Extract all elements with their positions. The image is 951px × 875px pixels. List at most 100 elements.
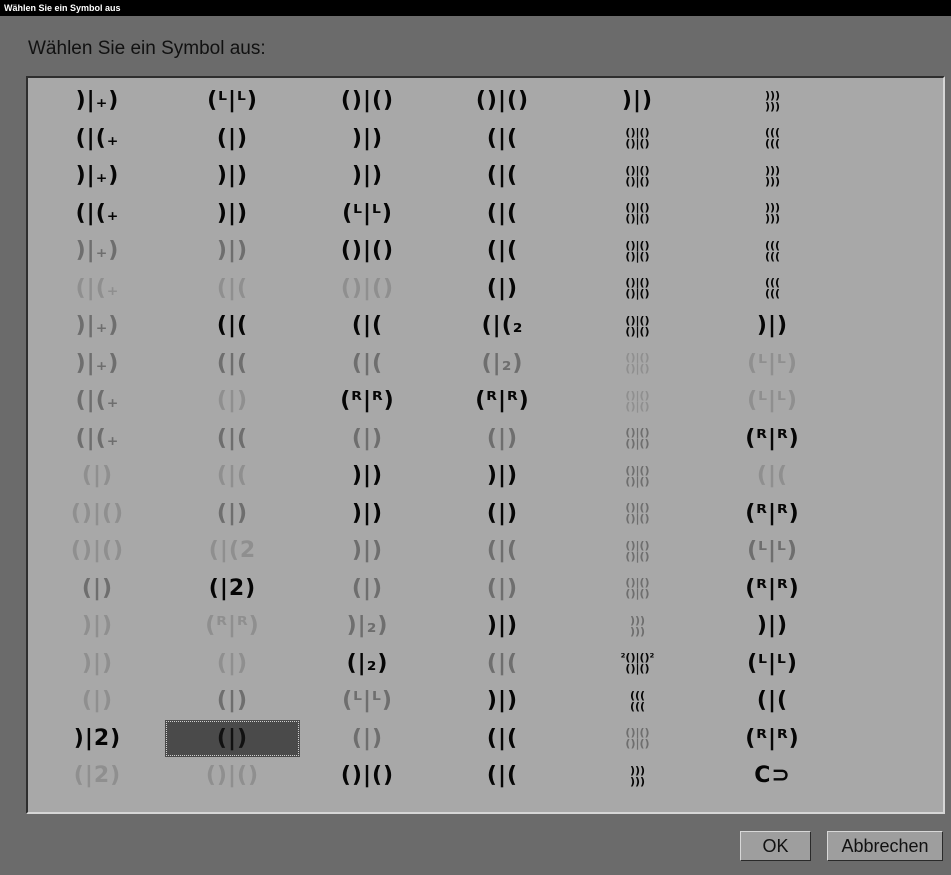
symbol-option[interactable]: (|) <box>30 457 165 495</box>
symbol-option[interactable]: ()|() <box>435 82 570 120</box>
symbol-option[interactable]: (ᴸ|ᴸ) <box>705 382 840 420</box>
symbol-option[interactable]: ()|() ()|() <box>570 420 705 458</box>
symbol-option[interactable]: )|) <box>300 157 435 195</box>
symbol-option[interactable]: (|( <box>435 120 570 158</box>
symbol-option[interactable]: ²()|()² ()|() <box>570 645 705 683</box>
symbol-option[interactable]: ))) ))) <box>705 157 840 195</box>
symbol-option[interactable]: (|( <box>165 420 300 458</box>
symbol-option[interactable]: (ᴿ|ᴿ) <box>705 420 840 458</box>
symbol-option[interactable]: )|₊) <box>30 157 165 195</box>
symbol-option[interactable]: )|) <box>165 195 300 233</box>
symbol-option[interactable]: (|) <box>165 719 300 757</box>
symbol-option[interactable]: )|) <box>300 495 435 533</box>
symbol-option[interactable]: (|) <box>435 570 570 608</box>
symbol-option[interactable]: (|) <box>30 570 165 608</box>
symbol-option[interactable]: )|) <box>435 607 570 645</box>
symbol-option[interactable]: )|) <box>435 682 570 720</box>
symbol-option[interactable]: )|) <box>300 120 435 158</box>
symbol-option[interactable]: (|) <box>165 120 300 158</box>
symbol-option[interactable]: (|(₊ <box>30 120 165 158</box>
symbol-option[interactable]: (|(₊ <box>30 382 165 420</box>
symbol-option[interactable]: )|₊) <box>30 232 165 270</box>
symbol-option[interactable]: (ᴿ|ᴿ) <box>435 382 570 420</box>
symbol-option[interactable]: (ᴿ|ᴿ) <box>705 495 840 533</box>
symbol-option[interactable]: (ᴸ|ᴸ) <box>705 345 840 383</box>
symbol-option[interactable]: ((( ((( <box>705 232 840 270</box>
symbol-option[interactable]: (|) <box>435 495 570 533</box>
symbol-option[interactable]: )|) <box>435 457 570 495</box>
symbol-option[interactable]: (ᴿ|ᴿ) <box>165 607 300 645</box>
symbol-option[interactable]: (|( <box>435 157 570 195</box>
symbol-option[interactable]: ()|() <box>165 757 300 795</box>
ok-button[interactable]: OK <box>740 831 811 861</box>
symbol-option[interactable]: )|₂) <box>300 607 435 645</box>
symbol-option[interactable]: ))) ))) <box>705 82 840 120</box>
symbol-option[interactable]: (|(2 <box>165 532 300 570</box>
symbol-option[interactable]: )|) <box>165 157 300 195</box>
symbol-option[interactable]: )|₊) <box>30 307 165 345</box>
symbol-option[interactable]: (ᴸ|ᴸ) <box>705 645 840 683</box>
symbol-option[interactable]: (|) <box>435 420 570 458</box>
symbol-option[interactable]: (|(₂ <box>435 307 570 345</box>
symbol-option[interactable]: )|2) <box>30 720 165 758</box>
symbol-option[interactable]: (|) <box>300 720 435 758</box>
symbol-option[interactable]: (|( <box>435 720 570 758</box>
symbol-option[interactable]: (|) <box>300 570 435 608</box>
symbol-option[interactable]: ((( ((( <box>705 270 840 308</box>
symbol-option[interactable]: (|( <box>435 532 570 570</box>
symbol-option[interactable]: (|( <box>435 645 570 683</box>
symbol-option[interactable]: ()|() <box>30 495 165 533</box>
symbol-option[interactable]: ()|() ()|() <box>570 382 705 420</box>
symbol-option[interactable]: ))) ))) <box>570 607 705 645</box>
symbol-option[interactable]: (ᴿ|ᴿ) <box>705 570 840 608</box>
symbol-option[interactable]: (|( <box>165 345 300 383</box>
symbol-option[interactable]: )|) <box>570 82 705 120</box>
symbol-option[interactable]: (|( <box>300 345 435 383</box>
symbol-option[interactable]: ()|() ()|() <box>570 570 705 608</box>
symbol-option[interactable]: (|) <box>165 495 300 533</box>
symbol-option[interactable]: (|₂) <box>300 645 435 683</box>
symbol-option[interactable]: )|) <box>705 607 840 645</box>
symbol-option[interactable]: (|( <box>435 195 570 233</box>
symbol-option[interactable]: (ᴿ|ᴿ) <box>300 382 435 420</box>
symbol-option[interactable]: ()|() ()|() <box>570 270 705 308</box>
symbol-option[interactable]: )|) <box>30 645 165 683</box>
symbol-option[interactable]: ()|() <box>300 82 435 120</box>
symbol-option[interactable]: (|) <box>300 420 435 458</box>
symbol-option[interactable]: (|( <box>435 757 570 795</box>
symbol-option[interactable]: (|) <box>435 270 570 308</box>
symbol-option[interactable]: (|(₊ <box>30 270 165 308</box>
symbol-option[interactable]: )|₊) <box>30 82 165 120</box>
symbol-option[interactable]: ()|() ()|() <box>570 720 705 758</box>
symbol-option[interactable]: ()|() ()|() <box>570 457 705 495</box>
symbol-option[interactable]: ()|() ()|() <box>570 232 705 270</box>
symbol-option[interactable]: ()|() <box>300 757 435 795</box>
symbol-option[interactable]: )|) <box>30 607 165 645</box>
symbol-option[interactable]: (|) <box>30 682 165 720</box>
symbol-option[interactable]: (|( <box>165 270 300 308</box>
symbol-option[interactable]: ()|() ()|() <box>570 157 705 195</box>
symbol-option[interactable]: (|( <box>165 457 300 495</box>
symbol-option[interactable]: (|) <box>165 682 300 720</box>
symbol-option[interactable]: (|) <box>165 645 300 683</box>
symbol-option[interactable]: )|) <box>300 532 435 570</box>
symbol-option[interactable]: (|( <box>435 232 570 270</box>
cancel-button[interactable]: Abbrechen <box>827 831 943 861</box>
symbol-option[interactable]: ()|() ()|() <box>570 345 705 383</box>
symbol-option[interactable]: ()|() ()|() <box>570 307 705 345</box>
symbol-option[interactable]: ((( ((( <box>570 682 705 720</box>
symbol-option[interactable]: (|₂) <box>435 345 570 383</box>
symbol-option[interactable]: ()|() <box>300 270 435 308</box>
symbol-option[interactable]: ()|() ()|() <box>570 532 705 570</box>
symbol-option[interactable]: ()|() <box>300 232 435 270</box>
symbol-option[interactable]: (|( <box>300 307 435 345</box>
symbol-option[interactable]: )|) <box>705 307 840 345</box>
symbol-option[interactable]: )|) <box>300 457 435 495</box>
symbol-option[interactable]: ()|() ()|() <box>570 495 705 533</box>
symbol-option[interactable]: (|) <box>165 382 300 420</box>
symbol-option[interactable]: (|2) <box>30 757 165 795</box>
symbol-option[interactable]: ()|() ()|() <box>570 195 705 233</box>
symbol-option[interactable]: (ᴸ|ᴸ) <box>300 195 435 233</box>
symbol-option[interactable]: ))) ))) <box>570 757 705 795</box>
symbol-option[interactable]: )|) <box>165 232 300 270</box>
